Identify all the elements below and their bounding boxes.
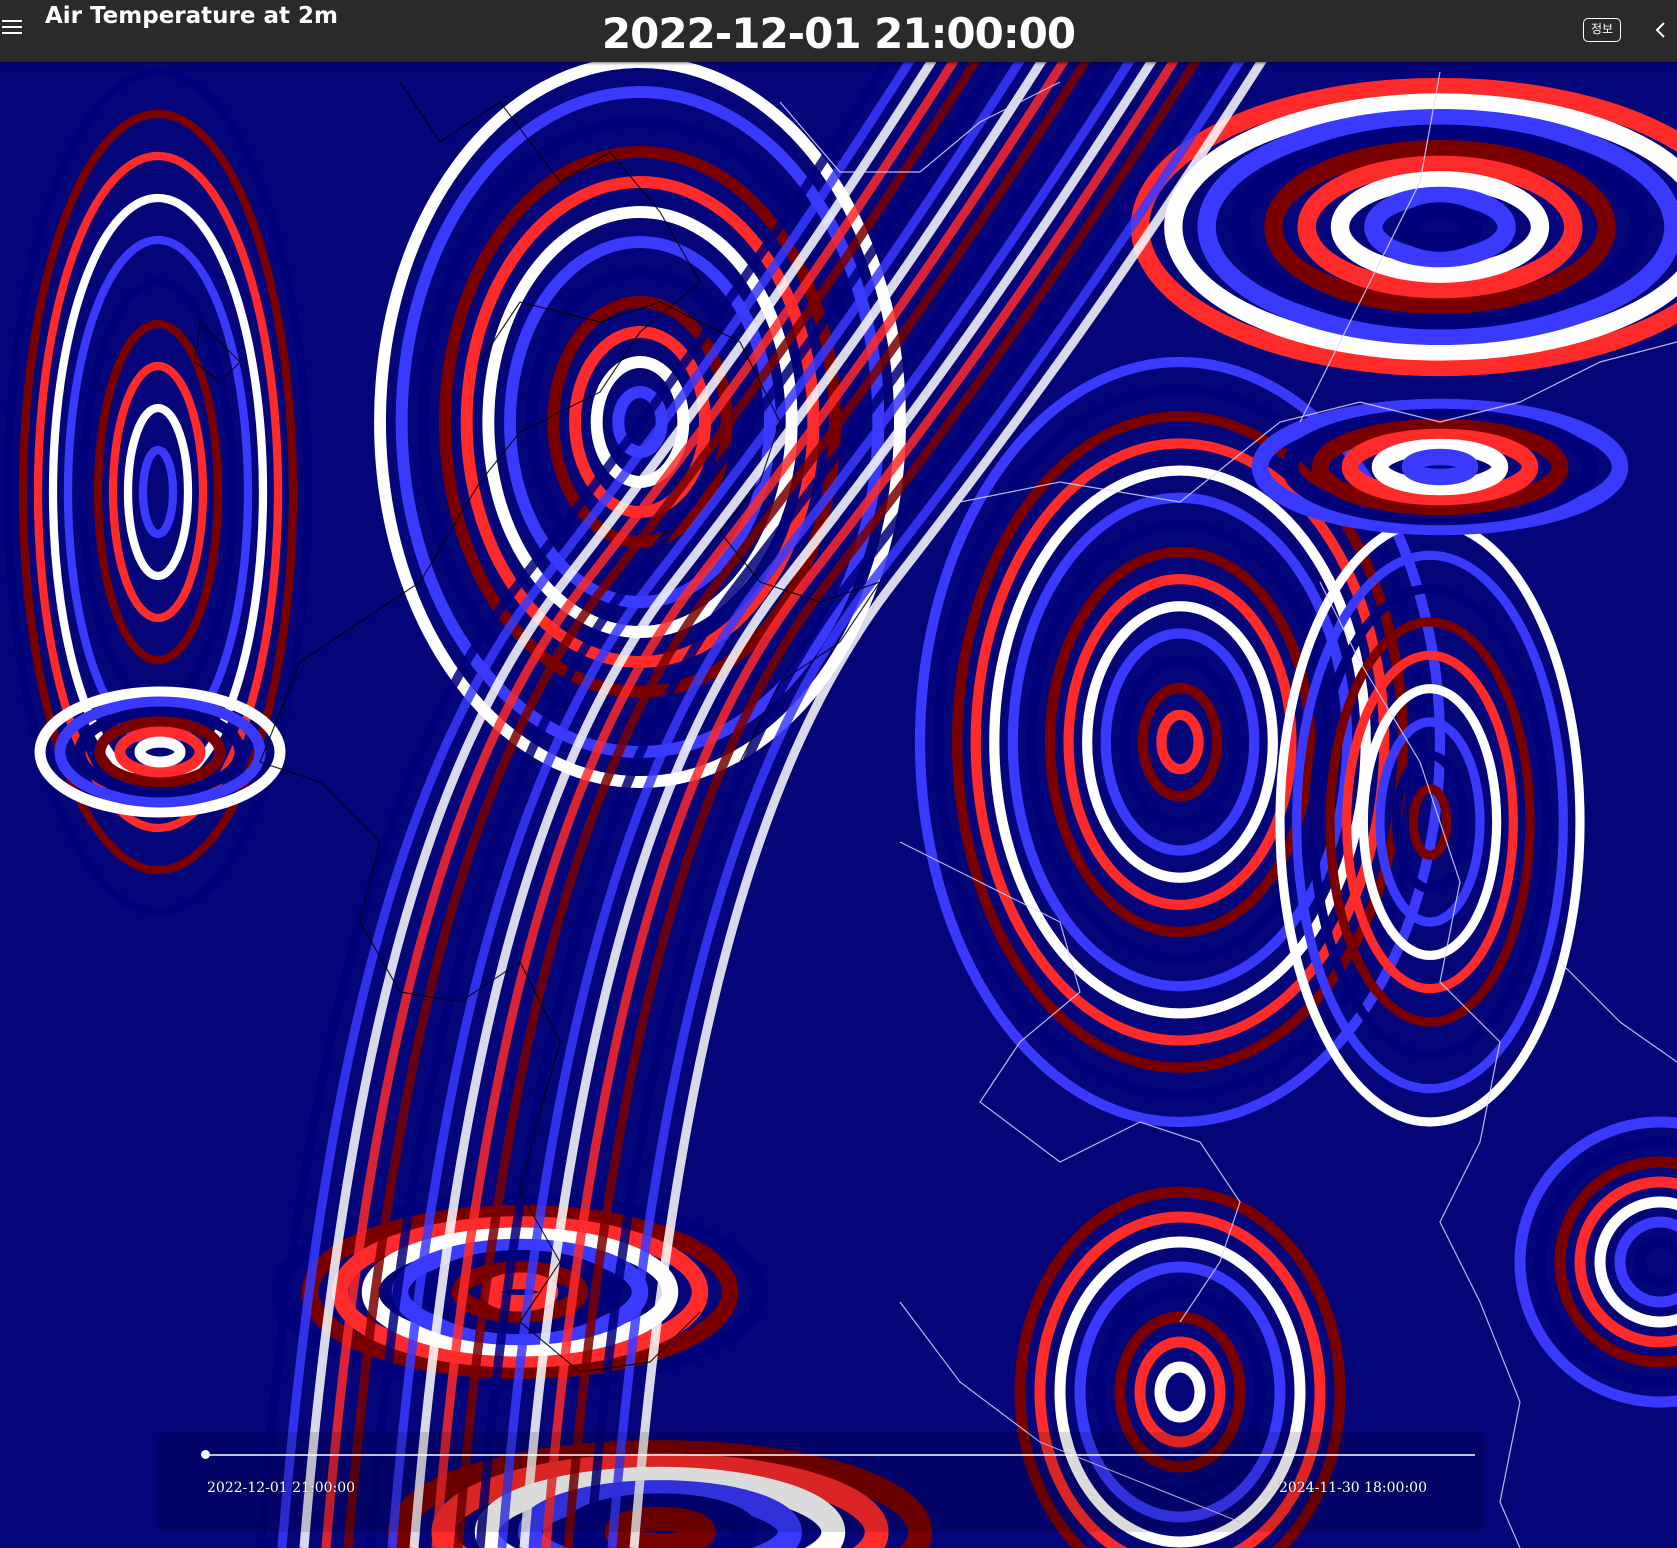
timeline-start-label: 2022-12-01 21:00:00: [207, 1480, 356, 1496]
temperature-field: [0, 62, 1677, 1548]
timeline-end-label: 2024-11-30 18:00:00: [1278, 1480, 1427, 1496]
timeline-handle[interactable]: [201, 1450, 210, 1459]
timeline-panel: 2022-12-01 21:00:00 2024-11-30 18:00:00: [158, 1432, 1483, 1532]
temperature-map[interactable]: [0, 62, 1677, 1548]
chevron-left-icon[interactable]: [1650, 17, 1672, 43]
hamburger-menu-icon[interactable]: [2, 20, 22, 36]
layer-title: Air Temperature at 2m: [45, 3, 338, 29]
app-window: Air Temperature at 2m 2022-12-01 21:00:0…: [0, 0, 1677, 1548]
timeline-slider[interactable]: [201, 1450, 1475, 1459]
top-bar: Air Temperature at 2m 2022-12-01 21:00:0…: [0, 0, 1677, 62]
info-button[interactable]: 정보: [1583, 18, 1621, 42]
